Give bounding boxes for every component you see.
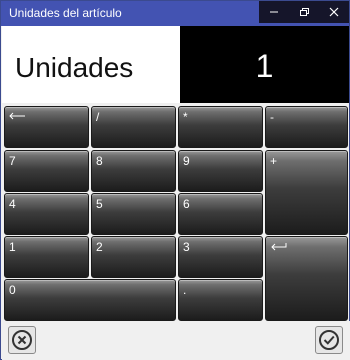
key-8-label: 8: [96, 154, 103, 168]
dialog-window: Unidades del artículo Unidades 1 / * - 7…: [0, 0, 350, 360]
enter-arrow-icon: [271, 243, 287, 251]
key-backspace[interactable]: [4, 106, 89, 148]
key-1-label: 1: [9, 240, 16, 254]
key-6[interactable]: 6: [178, 193, 263, 235]
cancel-circle-icon: [12, 330, 32, 350]
key-1[interactable]: 1: [4, 236, 89, 278]
value-display: 1: [180, 26, 349, 103]
key-enter[interactable]: [265, 236, 348, 321]
value-display-text: 1: [255, 48, 274, 84]
key-4-label: 4: [9, 197, 16, 211]
key-7[interactable]: 7: [4, 150, 89, 192]
key-5-label: 5: [96, 197, 103, 211]
key-minus[interactable]: -: [265, 106, 348, 148]
window-title: Unidades del artículo: [9, 6, 122, 20]
backspace-arrow-icon: [9, 112, 25, 120]
ok-button[interactable]: [315, 326, 343, 354]
title-bar[interactable]: Unidades del artículo: [1, 1, 349, 26]
minimize-button[interactable]: [259, 1, 289, 23]
key-plus[interactable]: +: [265, 150, 348, 235]
minimize-icon: [270, 11, 278, 13]
key-4[interactable]: 4: [4, 193, 89, 235]
key-5[interactable]: 5: [91, 193, 176, 235]
key-9-label: 9: [183, 154, 190, 168]
key-9[interactable]: 9: [178, 150, 263, 192]
cancel-button[interactable]: [8, 326, 36, 354]
key-divide[interactable]: /: [91, 106, 176, 148]
key-6-label: 6: [183, 197, 190, 211]
key-minus-label: -: [270, 110, 274, 124]
key-3-label: 3: [183, 240, 190, 254]
key-2-label: 2: [96, 240, 103, 254]
key-7-label: 7: [9, 154, 16, 168]
key-0-label: 0: [9, 283, 16, 297]
key-3[interactable]: 3: [178, 236, 263, 278]
key-8[interactable]: 8: [91, 150, 176, 192]
checkmark-circle-icon: [319, 330, 339, 350]
key-multiply[interactable]: *: [178, 106, 263, 148]
key-decimal-label: .: [183, 283, 187, 297]
key-2[interactable]: 2: [91, 236, 176, 278]
restore-icon: [300, 8, 309, 16]
key-divide-label: /: [96, 110, 100, 124]
key-decimal[interactable]: .: [178, 279, 263, 321]
close-button[interactable]: [319, 1, 349, 23]
restore-button[interactable]: [289, 1, 319, 23]
key-multiply-label: *: [183, 110, 188, 124]
key-0[interactable]: 0: [4, 279, 176, 321]
close-icon: [329, 7, 339, 17]
footer-bar: [2, 321, 350, 360]
units-label: Unidades: [15, 52, 134, 83]
units-label-panel: Unidades: [2, 26, 180, 103]
key-plus-label: +: [270, 154, 278, 168]
